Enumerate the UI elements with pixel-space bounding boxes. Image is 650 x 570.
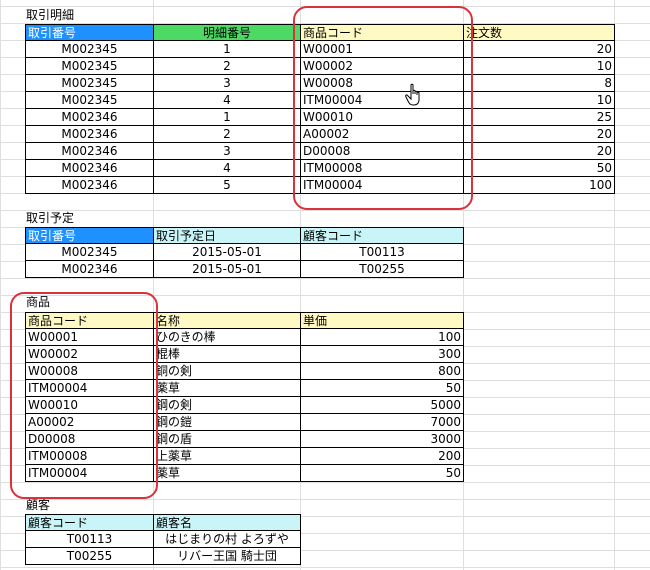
order-qty-cell[interactable]: 25 [464, 109, 615, 126]
scheduled-date-cell[interactable]: 2015-05-01 [154, 244, 301, 261]
transaction-no-cell[interactable]: M002345 [25, 244, 154, 261]
unit-price-cell[interactable]: 5000 [301, 397, 464, 414]
schedule-header-row: 取引番号 取引予定日 顧客コード [25, 227, 464, 244]
unit-price-cell[interactable]: 200 [301, 448, 464, 465]
line-no-cell[interactable]: 2 [154, 126, 301, 143]
order-qty-cell[interactable]: 8 [464, 75, 615, 92]
order-qty-cell[interactable]: 50 [464, 160, 615, 177]
customer-code-cell[interactable]: T00113 [301, 244, 464, 261]
header-line-no[interactable]: 明細番号 [154, 24, 301, 41]
transaction-no-cell[interactable]: M002346 [25, 143, 154, 160]
unit-price-cell[interactable]: 300 [301, 346, 464, 363]
product-name-cell[interactable]: 上薬草 [154, 448, 301, 465]
product-name-cell[interactable]: 薬草 [154, 465, 301, 482]
product-name-cell[interactable]: 鋼の盾 [154, 431, 301, 448]
product-name-cell[interactable]: 鋼の剣 [154, 397, 301, 414]
transaction-no-cell[interactable]: M002346 [25, 126, 154, 143]
transaction-no-cell[interactable]: M002345 [25, 41, 154, 58]
table-row: M002345 2015-05-01 T00113 [25, 244, 464, 261]
line-no-cell[interactable]: 4 [154, 92, 301, 109]
customer-code-cell[interactable]: T00255 [301, 261, 464, 278]
customers-header-row: 顧客コード 顧客名 [25, 514, 301, 531]
customers-table: 顧客コード 顧客名 T00113 はじまりの村 よろずや T00255 リバー王国 … [25, 514, 301, 565]
product-name-cell[interactable]: 棍棒 [154, 346, 301, 363]
header-product-name[interactable]: 名称 [154, 312, 301, 329]
highlight-circle-product-codes [293, 6, 473, 210]
customers-title: 顧客 [26, 498, 51, 512]
transaction-no-cell[interactable]: M002346 [25, 160, 154, 177]
schedule-table: 取引番号 取引予定日 顧客コード M002345 2015-05-01 T00113… [25, 227, 464, 278]
header-transaction-no[interactable]: 取引番号 [25, 24, 154, 41]
product-name-cell[interactable]: 銅の剣 [154, 363, 301, 380]
product-name-cell[interactable]: 薬草 [154, 380, 301, 397]
header-customer-name[interactable]: 顧客名 [154, 514, 301, 531]
line-no-cell[interactable]: 3 [154, 75, 301, 92]
line-no-cell[interactable]: 1 [154, 41, 301, 58]
line-no-cell[interactable]: 4 [154, 160, 301, 177]
order-qty-cell[interactable]: 10 [464, 58, 615, 75]
line-no-cell[interactable]: 5 [154, 177, 301, 194]
unit-price-cell[interactable]: 50 [301, 465, 464, 482]
unit-price-cell[interactable]: 50 [301, 380, 464, 397]
customer-code-cell[interactable]: T00113 [25, 531, 154, 548]
line-no-cell[interactable]: 2 [154, 58, 301, 75]
header-scheduled-date[interactable]: 取引予定日 [154, 227, 301, 244]
table-row: T00255 リバー王国 騎士団 [25, 548, 301, 565]
transaction-no-cell[interactable]: M002346 [25, 177, 154, 194]
order-qty-cell[interactable]: 10 [464, 92, 615, 109]
order-qty-cell[interactable]: 100 [464, 177, 615, 194]
unit-price-cell[interactable]: 800 [301, 363, 464, 380]
transaction-no-cell[interactable]: M002345 [25, 92, 154, 109]
unit-price-cell[interactable]: 3000 [301, 431, 464, 448]
transaction-no-cell[interactable]: M002346 [25, 109, 154, 126]
scheduled-date-cell[interactable]: 2015-05-01 [154, 261, 301, 278]
order-qty-cell[interactable]: 20 [464, 41, 615, 58]
line-no-cell[interactable]: 3 [154, 143, 301, 160]
header-transaction-no[interactable]: 取引番号 [25, 227, 154, 244]
schedule-title: 取引予定 [26, 211, 75, 225]
unit-price-cell[interactable]: 100 [301, 329, 464, 346]
line-no-cell[interactable]: 1 [154, 109, 301, 126]
transaction-no-cell[interactable]: M002345 [25, 58, 154, 75]
header-unit-price[interactable]: 単価 [301, 312, 464, 329]
customer-name-cell[interactable]: はじまりの村 よろずや [154, 531, 301, 548]
transactions-title: 取引明細 [26, 8, 75, 22]
transaction-no-cell[interactable]: M002345 [25, 75, 154, 92]
header-customer-code[interactable]: 顧客コード [25, 514, 154, 531]
table-row: T00113 はじまりの村 よろずや [25, 531, 301, 548]
header-customer-code[interactable]: 顧客コード [301, 227, 464, 244]
unit-price-cell[interactable]: 7000 [301, 414, 464, 431]
order-qty-cell[interactable]: 20 [464, 143, 615, 160]
customer-code-cell[interactable]: T00255 [25, 548, 154, 565]
product-name-cell[interactable]: ひのきの棒 [154, 329, 301, 346]
hand-pointer-icon [405, 83, 420, 106]
customer-name-cell[interactable]: リバー王国 騎士団 [154, 548, 301, 565]
highlight-circle-product-master [10, 292, 158, 499]
header-order-qty[interactable]: 注文数 [464, 24, 615, 41]
transaction-no-cell[interactable]: M002346 [25, 261, 154, 278]
order-qty-cell[interactable]: 20 [464, 126, 615, 143]
product-name-cell[interactable]: 鋼の鎧 [154, 414, 301, 431]
table-row: M002346 2015-05-01 T00255 [25, 261, 464, 278]
